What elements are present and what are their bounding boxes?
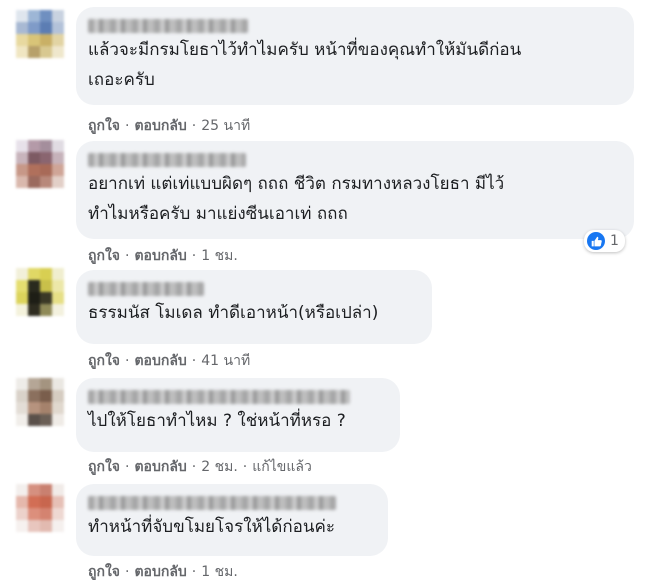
like-icon bbox=[587, 232, 605, 250]
comment-text: ทำหน้าที่จับขโมยโจรให้ได้ก่อนค่ะ bbox=[88, 517, 335, 537]
author-name[interactable] bbox=[88, 496, 336, 510]
comment-bubble: ทำหน้าที่จับขโมยโจรให้ได้ก่อนค่ะ bbox=[76, 484, 388, 556]
comment-actions: ถูกใจ · ตอบกลับ · 2 ชม. · แก้ไขแล้ว bbox=[88, 456, 312, 478]
comment-actions: ถูกใจ · ตอบกลับ · 25 นาที bbox=[88, 115, 250, 137]
avatar[interactable] bbox=[16, 10, 64, 58]
separator: · bbox=[125, 564, 130, 580]
comment-text: ไปให้โยธาทำไหม ? ใช่หน้าที่หรอ ? bbox=[88, 411, 346, 431]
comment-actions: ถูกใจ · ตอบกลับ · 1 ชม. bbox=[88, 561, 238, 583]
comment-actions: ถูกใจ · ตอบกลับ · 41 นาที bbox=[88, 350, 250, 372]
comment-text: ธรรมนัส โมเดล ทำดีเอาหน้า(หรือเปล่า) bbox=[88, 303, 379, 323]
avatar[interactable] bbox=[16, 484, 64, 532]
separator: · bbox=[125, 248, 130, 264]
author-name[interactable] bbox=[88, 19, 248, 33]
separator: · bbox=[191, 459, 197, 475]
separator: · bbox=[125, 459, 130, 475]
reaction-count-number: 1 bbox=[610, 233, 619, 249]
comment-bubble: แล้วจะมีกรมโยธาไว้ทำไมครับ หน้าที่ของคุณ… bbox=[76, 7, 634, 105]
reply-button[interactable]: ตอบกลับ bbox=[134, 248, 186, 264]
separator: · bbox=[242, 459, 248, 475]
separator: · bbox=[125, 118, 130, 134]
like-button[interactable]: ถูกใจ bbox=[88, 564, 120, 580]
comment-time[interactable]: 2 ชม. bbox=[201, 459, 238, 475]
like-button[interactable]: ถูกใจ bbox=[88, 248, 120, 264]
comment-time[interactable]: 1 ชม. bbox=[201, 564, 238, 580]
comment-time[interactable]: 1 ชม. bbox=[201, 248, 238, 264]
author-name[interactable] bbox=[88, 390, 350, 404]
comment-text: อยากเท่ แต่เท่แบบผิดๆ ถถถ ชีวิต กรมทางหล… bbox=[88, 174, 505, 224]
separator: · bbox=[191, 353, 197, 369]
reply-button[interactable]: ตอบกลับ bbox=[134, 118, 186, 134]
comment-actions: ถูกใจ · ตอบกลับ · 1 ชม. bbox=[88, 245, 238, 267]
author-name[interactable] bbox=[88, 153, 246, 167]
avatar[interactable] bbox=[16, 268, 64, 316]
separator: · bbox=[191, 118, 197, 134]
comment-time[interactable]: 41 นาที bbox=[201, 353, 250, 369]
separator: · bbox=[125, 353, 130, 369]
like-button[interactable]: ถูกใจ bbox=[88, 353, 120, 369]
like-button[interactable]: ถูกใจ bbox=[88, 118, 120, 134]
avatar[interactable] bbox=[16, 378, 64, 426]
reply-button[interactable]: ตอบกลับ bbox=[134, 353, 186, 369]
like-button[interactable]: ถูกใจ bbox=[88, 459, 120, 475]
separator: · bbox=[191, 564, 197, 580]
comment-bubble: ธรรมนัส โมเดล ทำดีเอาหน้า(หรือเปล่า) bbox=[76, 270, 432, 344]
comment-bubble: ไปให้โยธาทำไหม ? ใช่หน้าที่หรอ ? bbox=[76, 378, 400, 452]
reply-button[interactable]: ตอบกลับ bbox=[134, 564, 186, 580]
comment-time[interactable]: 25 นาที bbox=[201, 118, 250, 134]
author-name[interactable] bbox=[88, 282, 204, 296]
edited-label[interactable]: แก้ไขแล้ว bbox=[252, 459, 312, 475]
comment-bubble: อยากเท่ แต่เท่แบบผิดๆ ถถถ ชีวิต กรมทางหล… bbox=[76, 141, 634, 239]
comment-text: แล้วจะมีกรมโยธาไว้ทำไมครับ หน้าที่ของคุณ… bbox=[88, 40, 522, 90]
reaction-count[interactable]: 1 bbox=[584, 230, 625, 252]
reply-button[interactable]: ตอบกลับ bbox=[134, 459, 186, 475]
separator: · bbox=[191, 248, 197, 264]
avatar[interactable] bbox=[16, 140, 64, 188]
